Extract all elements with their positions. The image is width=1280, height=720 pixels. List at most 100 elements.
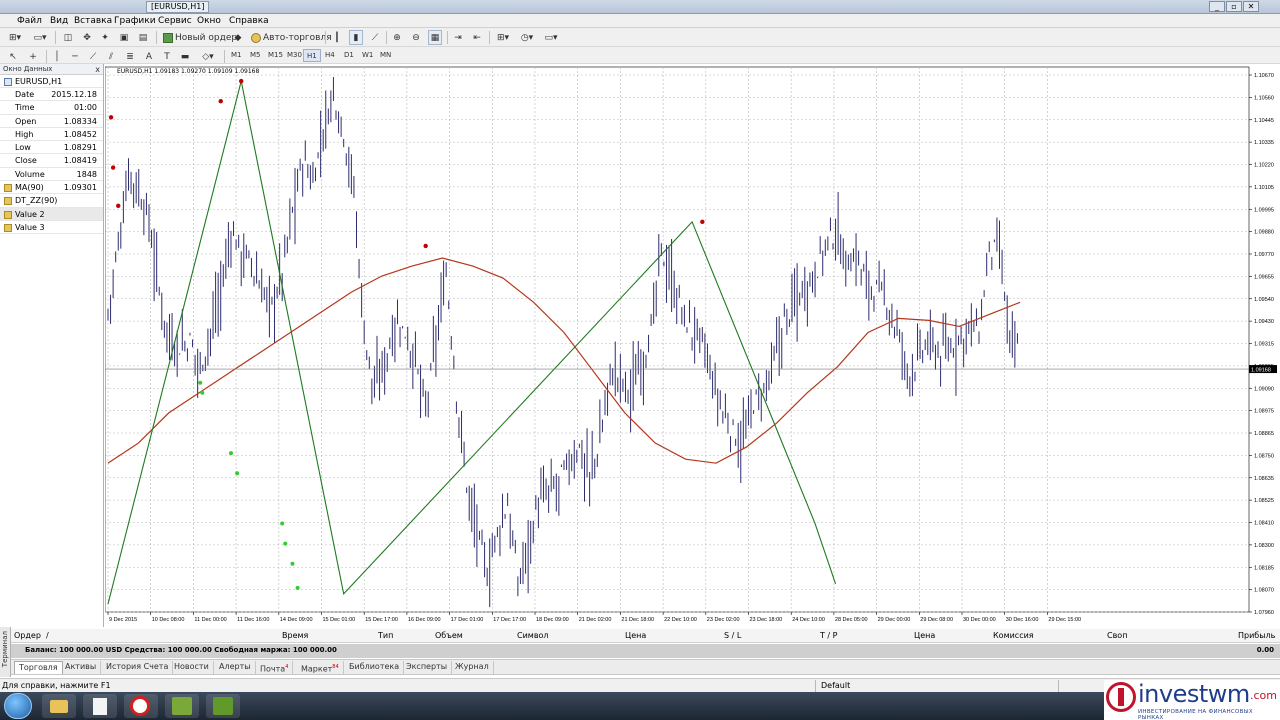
yandex-browser-icon[interactable]	[124, 694, 158, 718]
timeframe-m5[interactable]: M5	[247, 49, 264, 62]
restore-button[interactable]: ▫	[1226, 1, 1242, 12]
tab-news[interactable]: Новости	[170, 661, 214, 674]
tab-label: Торговля	[19, 663, 58, 672]
data-key: MA(90)	[15, 183, 44, 193]
bar-chart-icon[interactable]: ┃	[330, 30, 344, 45]
col-sl[interactable]: S / L	[724, 631, 741, 640]
tab-journal[interactable]: Журнал	[451, 661, 494, 674]
zoom-in-icon[interactable]: ⊕	[390, 30, 404, 45]
explorer-icon[interactable]	[42, 694, 76, 718]
cursor-icon[interactable]: ↖	[6, 49, 20, 64]
y-tick-label: 1.08070	[1254, 588, 1274, 594]
watermark-tagline: ИНВЕСТИРОВАНИЕ НА ФИНАНСОВЫХ РЫНКАХ	[1138, 709, 1253, 720]
menu-tools[interactable]: Сервис	[155, 15, 195, 27]
tile-windows-icon[interactable]: ▦	[428, 30, 442, 45]
tab-library[interactable]: Библиотека	[345, 661, 405, 674]
tab-trade[interactable]: Торговля	[14, 661, 63, 674]
bottom-marker	[290, 561, 295, 566]
vertical-line-icon[interactable]: │	[50, 49, 64, 64]
market-watch-icon[interactable]: ◫	[61, 30, 75, 45]
crosshair-icon[interactable]: +	[26, 49, 40, 64]
new-chart-icon[interactable]: ⊞▾	[5, 30, 25, 45]
terminal-icon[interactable]: ▣	[117, 30, 131, 45]
x-tick-label: 16 Dec 09:00	[408, 617, 441, 623]
timeframe-h4[interactable]: H4	[322, 49, 338, 62]
profiles-icon[interactable]: ▭▾	[30, 30, 50, 45]
navigator-icon[interactable]: ✦	[98, 30, 112, 45]
status-profile[interactable]: Default	[821, 681, 850, 690]
menu-window[interactable]: Окно	[194, 15, 224, 27]
col-profit[interactable]: Прибыль	[1238, 631, 1275, 640]
data-row-value3: Value 3	[0, 221, 103, 235]
menu-charts[interactable]: Графики	[111, 15, 159, 27]
strategy-tester-icon[interactable]: ▤	[136, 30, 150, 45]
tab-market[interactable]: Маркет84	[297, 661, 344, 674]
auto-trading-icon	[251, 33, 261, 43]
timeframe-w1[interactable]: W1	[359, 49, 376, 62]
col-commission[interactable]: Комиссия	[993, 631, 1034, 640]
y-tick-label: 1.09880	[1254, 230, 1274, 236]
col-price2[interactable]: Цена	[914, 631, 935, 640]
col-type[interactable]: Тип	[378, 631, 393, 640]
tab-label: Маркет	[301, 664, 333, 674]
minimize-button[interactable]: _	[1209, 1, 1225, 12]
col-time[interactable]: Время	[282, 631, 308, 640]
menu-help[interactable]: Справка	[226, 15, 272, 27]
arrows-icon[interactable]: ▬	[178, 49, 192, 64]
tab-alerts[interactable]: Алерты	[215, 661, 256, 674]
text-label-icon[interactable]: T	[160, 49, 174, 64]
text-icon[interactable]: A	[142, 49, 156, 64]
chart-canvas[interactable]: 1.10670 1.10560 1.10445 1.10335 1.10220 1.101…	[104, 64, 1280, 627]
menu-view[interactable]: Вид	[47, 15, 71, 27]
timeframe-d1[interactable]: D1	[341, 49, 357, 62]
col-swap[interactable]: Своп	[1107, 631, 1127, 640]
close-icon[interactable]: x	[95, 64, 100, 75]
data-value: 1.08291	[63, 143, 97, 153]
terminal-app-icon-2[interactable]	[206, 694, 240, 718]
chart-window-title[interactable]: [EURUSD,H1]	[146, 1, 210, 13]
col-symbol[interactable]: Символ	[517, 631, 549, 640]
data-key: Value 3	[15, 222, 45, 232]
y-tick-label: 1.08975	[1254, 409, 1274, 415]
horizontal-line-icon[interactable]: ─	[68, 49, 82, 64]
toolbar-divider	[156, 31, 157, 44]
close-button[interactable]: ✕	[1243, 1, 1259, 12]
data-window-icon[interactable]: ✥	[80, 30, 94, 45]
tab-mailbox[interactable]: Почта4	[256, 661, 294, 674]
menu-insert[interactable]: Вставка	[71, 15, 115, 27]
zoom-out-icon[interactable]: ⊖	[409, 30, 423, 45]
timeframe-m30[interactable]: M30	[284, 49, 305, 62]
chart-shift-icon[interactable]: ⇥	[451, 30, 465, 45]
templates-icon[interactable]: ▭▾	[541, 30, 561, 45]
y-tick-label: 1.09430	[1254, 319, 1274, 325]
timeframe-m1[interactable]: M1	[228, 49, 245, 62]
line-chart-icon[interactable]: ⟋	[368, 30, 382, 45]
timeframe-m15[interactable]: M15	[265, 49, 286, 62]
tab-experts[interactable]: Эксперты	[402, 661, 453, 674]
col-volume[interactable]: Объем	[435, 631, 463, 640]
price-chart[interactable]: 1.10670 1.10560 1.10445 1.10335 1.10220 1.101…	[104, 64, 1280, 627]
col-sort[interactable]: /	[46, 631, 49, 640]
col-price[interactable]: Цена	[625, 631, 646, 640]
col-tp[interactable]: T / P	[820, 631, 838, 640]
tab-history[interactable]: История Счета	[102, 661, 174, 674]
fibonacci-icon[interactable]: ≣	[123, 49, 137, 64]
autoscroll-icon[interactable]: ⇤	[470, 30, 484, 45]
tab-exposure[interactable]: Активы	[61, 661, 102, 674]
timeframe-mn[interactable]: MN	[377, 49, 394, 62]
shapes-icon[interactable]: ◇▾	[198, 49, 218, 64]
new-order-button[interactable]: Новый ордер	[160, 30, 241, 45]
auto-trading-button[interactable]: Авто-торговля	[248, 30, 336, 45]
periods-icon[interactable]: ◷▾	[517, 30, 537, 45]
start-button-icon[interactable]	[4, 693, 32, 719]
metaeditor-icon[interactable]: ◆	[231, 30, 245, 45]
channel-icon[interactable]: ⫽	[104, 49, 118, 64]
candlestick-chart-icon[interactable]: ▮	[349, 30, 363, 45]
menu-file[interactable]: Файл	[14, 15, 45, 27]
terminal-app-icon[interactable]	[165, 694, 199, 718]
document-icon[interactable]	[83, 694, 117, 718]
indicators-icon[interactable]: ⊞▾	[493, 30, 513, 45]
trendline-icon[interactable]: ⟋	[86, 49, 100, 64]
col-order[interactable]: Ордер	[14, 631, 41, 640]
timeframe-h1[interactable]: H1	[303, 49, 321, 62]
